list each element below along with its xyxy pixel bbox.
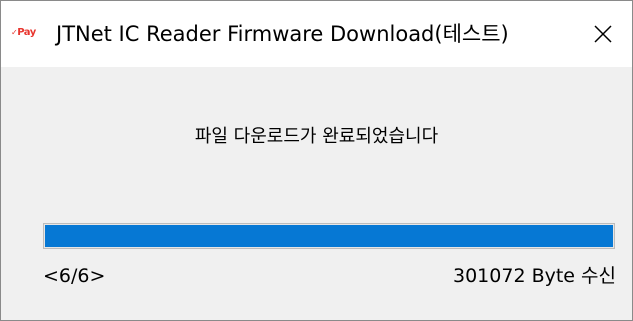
- app-logo-icon: ✓Pay: [11, 27, 36, 38]
- close-button[interactable]: [574, 1, 632, 67]
- bytes-received-label: 301072 Byte 수신: [453, 265, 616, 287]
- progress-fill: [45, 225, 613, 247]
- dialog-content: 파일 다운로드가 완료되었습니다 <6/6> 301072 Byte 수신: [1, 67, 632, 320]
- close-icon: [594, 25, 612, 43]
- status-message: 파일 다운로드가 완료되었습니다: [194, 126, 439, 147]
- download-dialog-window: ✓Pay JTNet IC Reader Firmware Download(테…: [0, 0, 633, 321]
- step-counter: <6/6>: [43, 265, 106, 287]
- title-bar[interactable]: ✓Pay JTNet IC Reader Firmware Download(테…: [1, 1, 632, 67]
- download-progress-bar: [43, 223, 615, 249]
- window-title: JTNet IC Reader Firmware Download(테스트): [56, 22, 509, 46]
